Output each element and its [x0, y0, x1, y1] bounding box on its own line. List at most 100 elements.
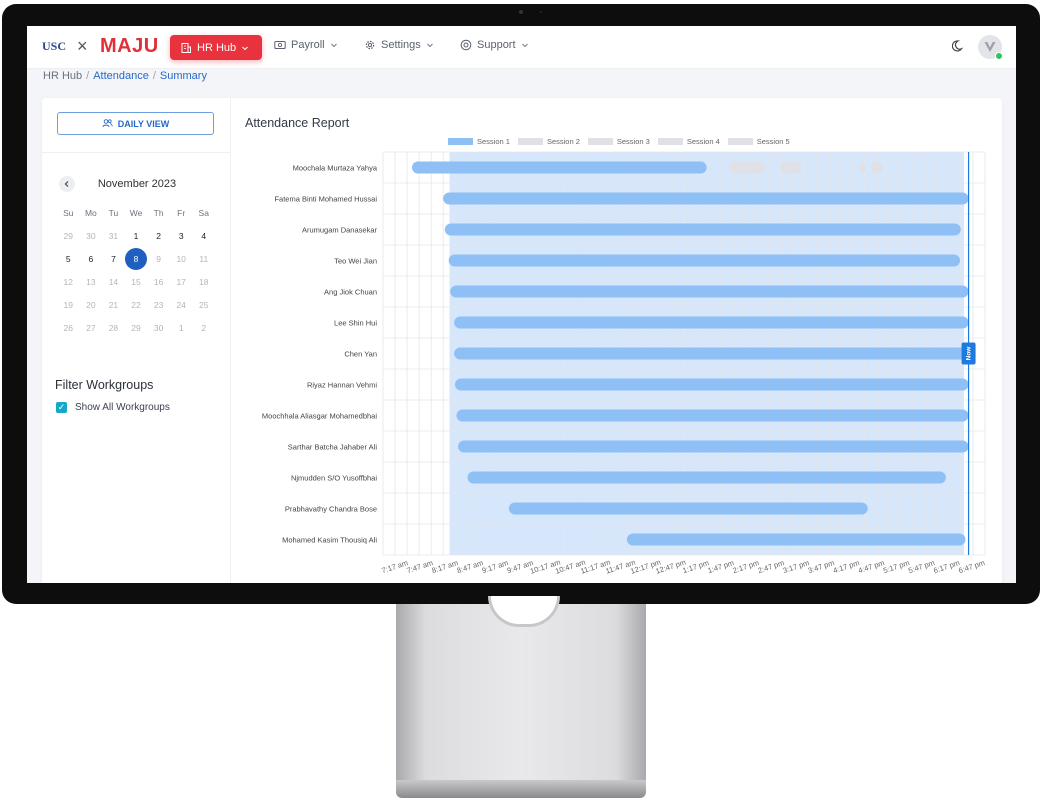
weekday-header: Tu	[108, 207, 119, 218]
employee-name-label: Teo Wei Jian	[334, 257, 377, 266]
nav-payroll-menu[interactable]: Payroll	[274, 39, 338, 51]
calendar-day[interactable]: 30	[147, 323, 170, 333]
calendar-day[interactable]: 27	[80, 323, 103, 333]
calendar-day[interactable]: 21	[102, 300, 125, 310]
employee-name-label: Ang Jiok Chuan	[324, 288, 377, 297]
chevron-down-icon	[521, 43, 528, 48]
employee-name-label: Sarthar Batcha Jahaber Ali	[288, 443, 378, 452]
session-bar[interactable]	[450, 285, 969, 298]
session-bar[interactable]	[443, 192, 969, 205]
calendar-day[interactable]: 1	[125, 231, 148, 241]
inactive-session-bar[interactable]	[729, 161, 766, 174]
show-all-workgroups-label[interactable]: Show All Workgroups	[75, 402, 170, 413]
calendar-week-row: 12 13 14 15 16 17 18	[57, 270, 215, 293]
calendar-day[interactable]: 29	[125, 323, 148, 333]
calendar-day[interactable]: 29	[57, 231, 80, 241]
calendar-day[interactable]: 14	[102, 277, 125, 287]
calendar-day[interactable]: 10	[170, 254, 193, 264]
calendar-day[interactable]: 30	[80, 231, 103, 241]
nav-hr-hub-button[interactable]: HR Hub	[170, 35, 262, 60]
calendar-day[interactable]: 7	[102, 254, 125, 264]
chevron-down-icon	[242, 46, 249, 50]
inactive-session-bar[interactable]	[859, 161, 866, 174]
inactive-session-bar[interactable]	[780, 161, 802, 174]
employee-name-label: Chen Yan	[344, 350, 377, 359]
session-bar[interactable]	[454, 347, 969, 360]
calendar-day[interactable]: 15	[125, 277, 148, 287]
calendar-day[interactable]: 23	[147, 300, 170, 310]
inactive-session-bar[interactable]	[871, 161, 883, 174]
x-axis-tick-label: 6:47 pm	[957, 558, 986, 575]
calendar-day[interactable]: 24	[170, 300, 193, 310]
calendar-prev-button[interactable]	[59, 176, 75, 192]
session-bar[interactable]	[456, 409, 969, 422]
moon-icon[interactable]	[952, 39, 966, 53]
breadcrumb-attendance[interactable]: Attendance	[93, 70, 149, 82]
breadcrumb: HR Hub / Attendance / Summary	[43, 70, 207, 82]
calendar-day[interactable]: 28	[102, 323, 125, 333]
calendar-grid: Su Mo Tu We Th Fr Sa 29 30 31 1 2 3 4 5 6 7 8 9 10 11 12 13 14 1…	[57, 201, 215, 339]
calendar-week-row: 26 27 28 29 30 1 2	[57, 316, 215, 339]
chevron-down-icon	[426, 43, 433, 48]
breadcrumb-hr-hub[interactable]: HR Hub	[43, 70, 82, 82]
calendar-day[interactable]: 11	[192, 254, 215, 264]
calendar-week-row: 5 6 7 8 9 10 11	[57, 247, 215, 270]
chevron-down-icon	[330, 43, 337, 48]
calendar-week-row: 19 20 21 22 23 24 25	[57, 293, 215, 316]
session-bar[interactable]	[411, 161, 707, 174]
calendar-day[interactable]: 22	[125, 300, 148, 310]
calendar-day[interactable]: 5	[57, 254, 80, 264]
breadcrumb-summary[interactable]: Summary	[160, 70, 207, 82]
calendar-day[interactable]: 2	[147, 231, 170, 241]
attendance-card: DAILY VIEW November 2023 Su Mo Tu We Th Fr Sa 2…	[42, 98, 1002, 583]
calendar-day[interactable]: 31	[102, 231, 125, 241]
calendar-day[interactable]: 12	[57, 277, 80, 287]
session-bar[interactable]	[467, 471, 946, 484]
calendar-day[interactable]: 26	[57, 323, 80, 333]
stand-base	[396, 780, 646, 798]
weekday-header: Th	[153, 207, 164, 218]
users-icon	[102, 119, 113, 128]
session-bar[interactable]	[444, 223, 961, 236]
monitor-bezel: USC × MAJU HR Hub Payroll Settings Suppo…	[2, 4, 1040, 604]
calendar-day[interactable]: 1	[170, 323, 193, 333]
v-logo-icon	[984, 42, 996, 52]
session-bar[interactable]	[508, 502, 868, 515]
session-bar[interactable]	[626, 533, 966, 546]
calendar-day[interactable]: 19	[57, 300, 80, 310]
weekday-header: We	[129, 207, 143, 218]
nav-hr-hub-label: HR Hub	[197, 41, 237, 54]
nav-support-menu[interactable]: Support	[460, 39, 529, 51]
lifebuoy-icon	[460, 39, 472, 51]
calendar-day[interactable]: 9	[147, 254, 170, 264]
sensor-dot	[540, 11, 542, 13]
employee-name-label: Moochhala Aliasgar Mohamedbhai	[262, 412, 377, 421]
daily-view-button[interactable]: DAILY VIEW	[57, 112, 214, 135]
calendar-day[interactable]: 20	[80, 300, 103, 310]
calendar-day[interactable]: 3	[170, 231, 193, 241]
calendar-day-selected[interactable]: 8	[125, 247, 148, 270]
calendar-day[interactable]: 4	[192, 231, 215, 241]
sidebar-divider	[42, 152, 230, 153]
calendar-day[interactable]: 2	[192, 323, 215, 333]
calendar-day[interactable]: 18	[192, 277, 215, 287]
maju-logo[interactable]: MAJU	[100, 35, 159, 58]
usc-logo[interactable]: USC	[42, 39, 66, 54]
calendar-day[interactable]: 13	[80, 277, 103, 287]
session-bar[interactable]	[454, 378, 969, 391]
top-navbar: USC × MAJU HR Hub Payroll Settings Suppo…	[27, 26, 1016, 69]
calendar-day[interactable]: 17	[170, 277, 193, 287]
nav-settings-menu[interactable]: Settings	[364, 39, 434, 51]
session-bar[interactable]	[458, 440, 969, 453]
calendar-day[interactable]: 6	[80, 254, 103, 264]
session-bar[interactable]	[448, 254, 960, 267]
calendar-day[interactable]: 25	[192, 300, 215, 310]
employee-name-label: Arumugam Danasekar	[302, 226, 378, 235]
calendar-day[interactable]: 16	[147, 277, 170, 287]
weekday-header: Sa	[198, 207, 209, 218]
show-all-workgroups-checkbox[interactable]: ✓	[56, 402, 67, 413]
session-bar[interactable]	[454, 316, 969, 329]
calendar-month-label: November 2023	[97, 178, 177, 190]
screen: USC × MAJU HR Hub Payroll Settings Suppo…	[27, 26, 1016, 583]
camera-dot	[519, 10, 523, 14]
